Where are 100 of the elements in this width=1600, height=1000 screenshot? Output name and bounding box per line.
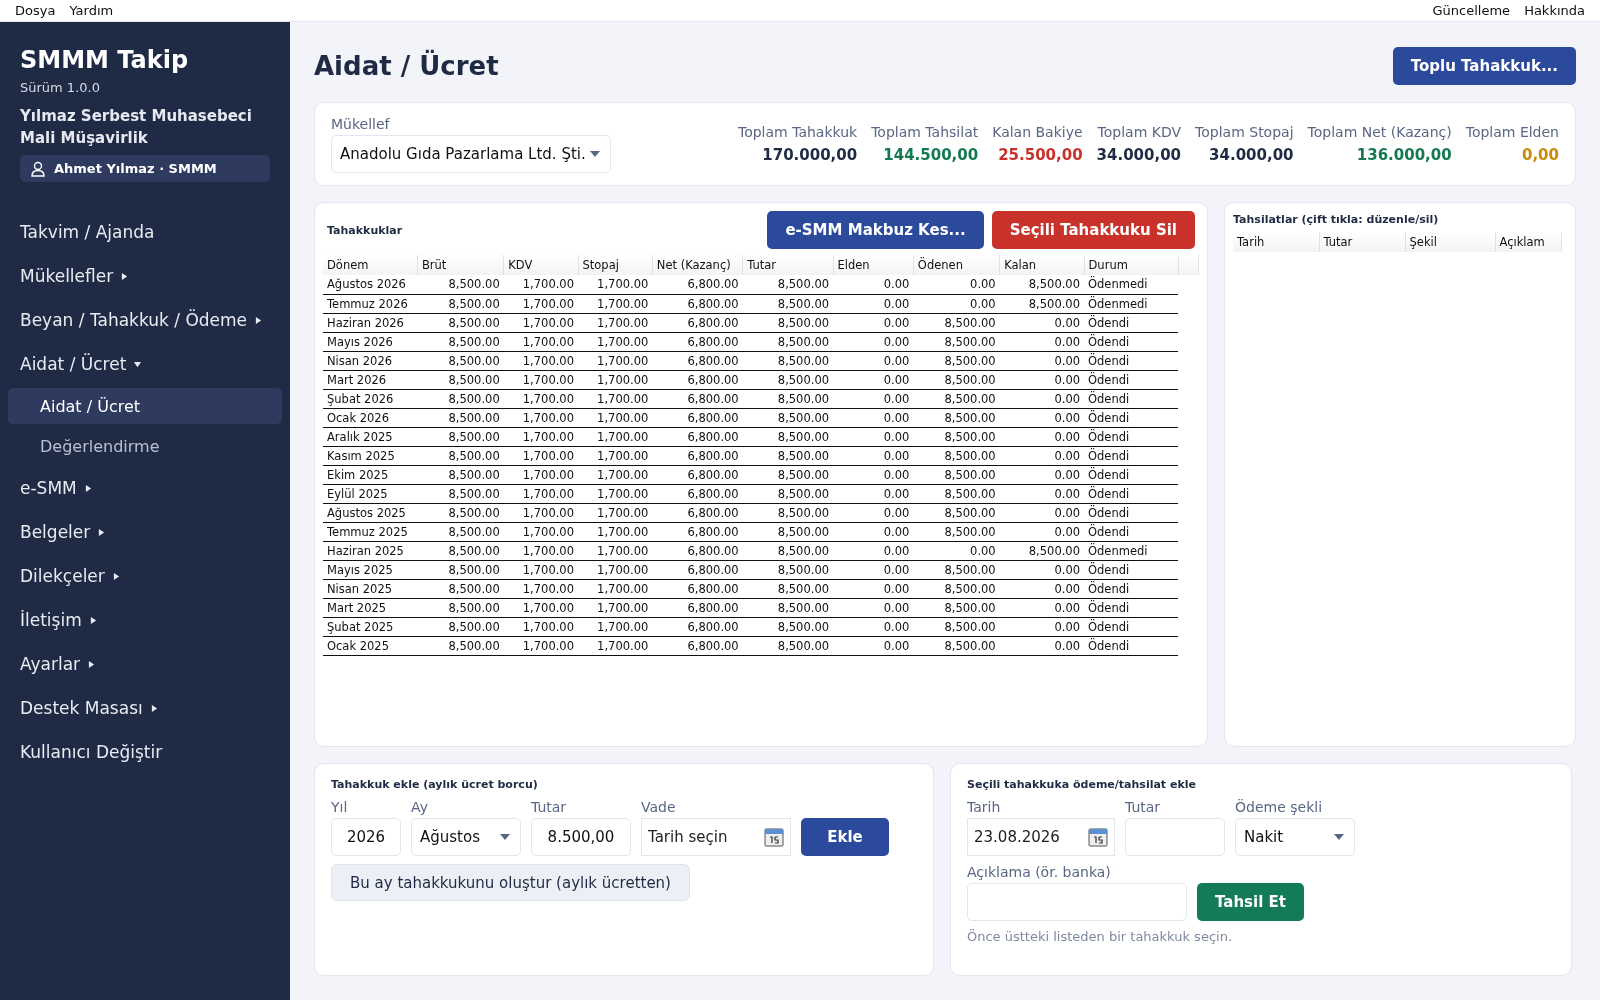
table-cell: 8,500.00 (417, 389, 504, 408)
nav-subitem[interactable]: Aidat / Ücret (8, 388, 282, 424)
menu-item[interactable]: Yardım (62, 3, 121, 18)
amount-field[interactable]: 8.500,00 (531, 818, 631, 856)
column-header[interactable]: Dönem (323, 255, 418, 275)
column-header[interactable]: Ödenen (913, 255, 1000, 275)
table-cell: Ödenmedi (1084, 275, 1179, 294)
nav-item[interactable]: Dilekçeler (8, 554, 282, 598)
column-header[interactable]: Net (Kazanç) (652, 255, 743, 275)
menu-item[interactable]: Hakkında (1517, 3, 1592, 18)
table-cell: 8,500.00 (913, 446, 1000, 465)
nav-item[interactable]: Mükellefler (8, 254, 282, 298)
total-value: 170.000,00 (762, 146, 858, 164)
add-button[interactable]: Ekle (801, 818, 889, 856)
collect-button[interactable]: Tahsil Et (1197, 883, 1304, 921)
table-cell: 1,700.00 (503, 427, 578, 446)
table-cell: Temmuz 2025 (323, 522, 418, 541)
table-cell: 0.00 (999, 484, 1084, 503)
column-header[interactable]: Stopaj (578, 255, 653, 275)
caret-right-icon (150, 704, 158, 712)
table-cell: Nisan 2025 (323, 579, 418, 598)
nav-item[interactable]: Kullanıcı Değiştir (8, 730, 282, 774)
table-cell: 1,700.00 (578, 294, 653, 313)
nav-item[interactable]: İletişim (8, 598, 282, 642)
table-cell: 8,500.00 (742, 522, 834, 541)
nav-item[interactable]: Destek Masası (8, 686, 282, 730)
column-header[interactable]: Tutar (1319, 232, 1405, 252)
delete-button[interactable]: Seçili Tahakkuku Sil (991, 211, 1195, 249)
nav-item[interactable]: Aidat / Ücret (8, 342, 282, 386)
column-header[interactable]: Durum (1084, 255, 1179, 275)
table-cell: 8,500.00 (913, 503, 1000, 522)
amount-field[interactable] (1125, 818, 1225, 856)
table-cell: 0.00 (999, 560, 1084, 579)
table-cell: Mayıs 2025 (323, 560, 418, 579)
table-cell: 8,500.00 (913, 427, 1000, 446)
column-header[interactable]: Tutar (742, 255, 834, 275)
calendar-icon[interactable] (764, 827, 784, 847)
menu-item[interactable]: Dosya (8, 3, 63, 18)
receipt-button[interactable]: e-SMM Makbuz Kes... (767, 211, 984, 249)
column-header[interactable]: Açıklam (1495, 232, 1561, 252)
section-title: Tahsilatlar (çift tıkla: düzenle/sil) (1233, 213, 1440, 226)
table-cell: 8,500.00 (913, 636, 1000, 655)
table-cell: 1,700.00 (578, 313, 653, 332)
taxpayer-select[interactable]: Anadolu Gıda Pazarlama Ltd. Şti. (331, 134, 611, 173)
total-label: Toplam Net (Kazanç) (1307, 124, 1452, 140)
table-cell: Ödendi (1084, 617, 1179, 636)
column-header[interactable]: KDV (503, 255, 578, 275)
table-cell: 1,700.00 (578, 541, 653, 560)
month-select[interactable]: Ağustos (411, 818, 521, 856)
table-cell: 1,700.00 (578, 427, 653, 446)
due-date-field[interactable]: Tarih seçin (641, 818, 791, 856)
table-cell: 1,700.00 (578, 636, 653, 655)
table-cell: 8,500.00 (417, 465, 504, 484)
column-header[interactable]: Brüt (417, 255, 504, 275)
nav-subitem[interactable]: Değerlendirme (8, 428, 282, 464)
table-cell: 6,800.00 (652, 370, 743, 389)
nav-item[interactable]: Belgeler (8, 510, 282, 554)
payment-method-select[interactable]: Nakit (1235, 818, 1355, 856)
table-cell: 1,700.00 (578, 370, 653, 389)
table-cell: Ödendi (1084, 636, 1179, 655)
nav-item[interactable]: e-SMM (8, 466, 282, 510)
caret-right-icon (112, 572, 120, 580)
table-cell: 8,500.00 (913, 598, 1000, 617)
description-field[interactable] (967, 883, 1187, 921)
table-cell: Ağustos 2025 (323, 503, 418, 522)
menu-item[interactable]: Güncelleme (1425, 3, 1518, 18)
field-label: Yıl (331, 799, 349, 815)
table-cell: 0.00 (833, 522, 914, 541)
year-field[interactable]: 2026 (331, 818, 401, 856)
table-cell: 1,700.00 (578, 484, 653, 503)
table-cell: 0.00 (999, 427, 1084, 446)
caret-right-icon (89, 616, 97, 624)
nav-item[interactable]: Takvim / Ajanda (8, 210, 282, 254)
table-cell: 0.00 (833, 275, 914, 294)
table-cell: 8,500.00 (913, 465, 1000, 484)
table-cell: Mart 2025 (323, 598, 418, 617)
nav-item[interactable]: Ayarlar (8, 642, 282, 686)
table-cell: 0.00 (999, 370, 1084, 389)
table-cell: 6,800.00 (652, 294, 743, 313)
nav-item[interactable]: Beyan / Tahakkuk / Ödeme (8, 298, 282, 342)
table-cell: 1,700.00 (578, 617, 653, 636)
table-cell: 0.00 (833, 370, 914, 389)
table-cell: 8,500.00 (913, 560, 1000, 579)
table-cell: 1,700.00 (503, 617, 578, 636)
column-header[interactable]: Şekil (1405, 232, 1495, 252)
table-cell: 6,800.00 (652, 446, 743, 465)
bulk-accrual-button[interactable]: Toplu Tahakkuk... (1392, 47, 1576, 85)
column-header[interactable]: Elden (833, 255, 914, 275)
date-field[interactable]: 23.08.2026 (967, 818, 1115, 856)
table-cell: 8,500.00 (913, 522, 1000, 541)
table-cell: 8,500.00 (742, 389, 834, 408)
table-cell: 8,500.00 (417, 370, 504, 389)
field-label: Mükellef (331, 115, 391, 132)
generate-accrual-button[interactable]: Bu ay tahakkukunu oluştur (aylık ücretten) (331, 864, 690, 901)
table-cell: 6,800.00 (652, 484, 743, 503)
table-cell: Ödendi (1084, 351, 1179, 370)
column-header[interactable]: Tarih (1233, 232, 1319, 252)
calendar-icon[interactable] (1088, 827, 1108, 847)
column-header[interactable]: Kalan (999, 255, 1084, 275)
table-cell: 8,500.00 (913, 484, 1000, 503)
